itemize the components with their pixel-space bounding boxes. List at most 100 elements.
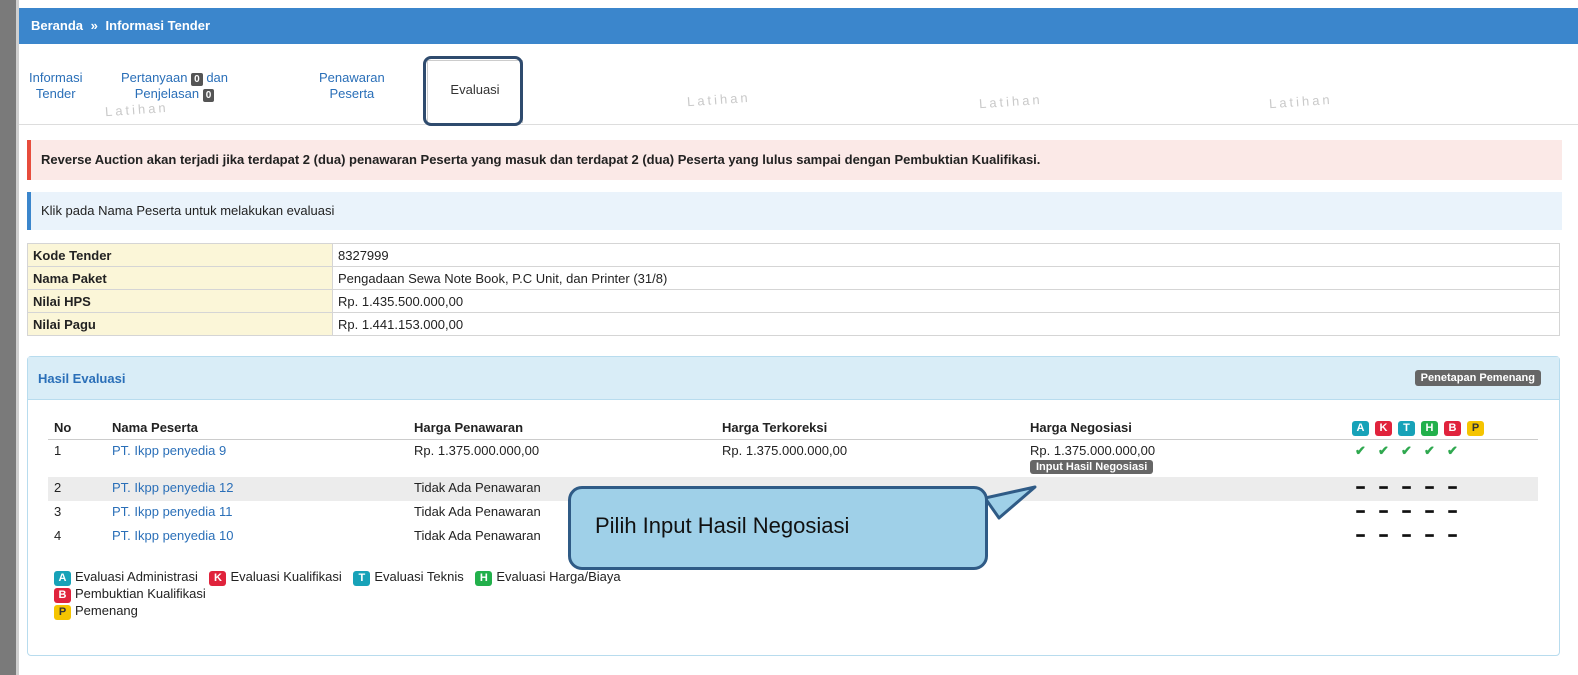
legend-b-label: Pembuktian Kualifikasi (75, 586, 206, 601)
participant-link[interactable]: PT. Ikpp penyedia 12 (112, 480, 233, 495)
legend-h-label: Evaluasi Harga/Biaya (496, 569, 621, 584)
tender-info-label: Nama Paket (27, 266, 333, 290)
watermark-text: Latihan (1268, 91, 1334, 112)
breadcrumb-home[interactable]: Beranda (31, 18, 83, 33)
tab-penawaran-line1: Penawaran (319, 70, 385, 85)
watermark-text: Latihan (978, 91, 1044, 112)
dash-icon: ━ (1448, 480, 1457, 495)
tender-info-value: Pengadaan Sewa Note Book, P.C Unit, dan … (332, 266, 1560, 290)
legend-line: A Evaluasi Administrasi K Evaluasi Kualifi… (54, 569, 621, 586)
browser-frame: Beranda » Informasi Tender Informasi Ten… (0, 0, 1578, 675)
tab-highlight-frame (423, 56, 523, 126)
dash-icon: ━ (1402, 504, 1411, 519)
tab-penawaran-peserta[interactable]: Penawaran Peserta (319, 70, 385, 102)
legend-line: B Pembuktian Kualifikasi (54, 586, 621, 603)
row-no: 4 (54, 528, 62, 543)
tab-pertanyaan-line1: Pertanyaan 0 dan (121, 70, 228, 86)
input-hasil-negosiasi-button[interactable]: Input Hasil Negosiasi (1030, 460, 1154, 474)
check-icon: ✔ (1424, 443, 1435, 458)
status-p-icon: P (1467, 420, 1484, 436)
row-status: ━ ━ ━ ━ ━ (1346, 477, 1538, 501)
dash-icon: ━ (1356, 504, 1365, 519)
evaluation-panel-header: Hasil Evaluasi Penetapan Pemenang (28, 357, 1559, 400)
row-status: ━ ━ ━ ━ ━ (1346, 501, 1538, 525)
tab-penjelasan-label: Penjelasan (134, 86, 200, 101)
legend-h-icon: H (475, 571, 493, 586)
dash-icon: ━ (1379, 528, 1388, 543)
col-status-icons: AKTHBP (1346, 415, 1538, 440)
status-a-icon: A (1352, 420, 1369, 436)
breadcrumb-current: Informasi Tender (105, 18, 211, 33)
check-icon: ✔ (1447, 443, 1458, 458)
participant-link[interactable]: PT. Ikpp penyedia 9 (112, 443, 226, 458)
tender-info-value: Rp. 1.435.500.000,00 (332, 289, 1560, 313)
tender-info-row: Nilai HPS Rp. 1.435.500.000,00 (27, 289, 1560, 313)
participant-link[interactable]: PT. Ikpp penyedia 11 (112, 504, 232, 519)
dash-icon: ━ (1379, 480, 1388, 495)
dash-icon: ━ (1448, 528, 1457, 543)
legend-a-label: Evaluasi Administrasi (75, 569, 198, 584)
table-row: 1 PT. Ikpp penyedia 9 Rp. 1.375.000.000,… (48, 440, 1538, 478)
callout-text: Pilih Input Hasil Negosiasi (595, 513, 850, 538)
tab-pertanyaan-dan: dan (206, 70, 229, 85)
dash-icon: ━ (1402, 480, 1411, 495)
check-icon: ✔ (1378, 443, 1389, 458)
col-harga-negosiasi: Harga Negosiasi (1024, 415, 1346, 440)
legend-a-icon: A (54, 571, 71, 586)
legend-t-label: Evaluasi Teknis (374, 569, 464, 584)
dash-icon: ━ (1356, 528, 1365, 543)
legend-t-icon: T (353, 571, 371, 586)
tab-penawaran-line2: Peserta (329, 86, 375, 101)
row-status: ━ ━ ━ ━ ━ (1346, 525, 1538, 549)
breadcrumb-separator: » (90, 18, 98, 33)
tab-pertanyaan-label: Pertanyaan (121, 70, 188, 85)
tender-info-table: Kode Tender 8327999 Nama Paket Pengadaan… (27, 243, 1560, 336)
dash-icon: ━ (1379, 504, 1388, 519)
row-no: 2 (48, 477, 106, 501)
penetapan-pemenang-button[interactable]: Penetapan Pemenang (1414, 370, 1541, 386)
legend-p-icon: P (54, 605, 71, 620)
tender-info-label: Kode Tender (27, 243, 333, 267)
row-no: 1 (54, 443, 62, 458)
status-legend: A Evaluasi Administrasi K Evaluasi Kualifi… (54, 569, 621, 620)
evaluation-table-header: No Nama Peserta Harga Penawaran Harga Te… (48, 415, 1538, 440)
tender-info-value: Rp. 1.441.153.000,00 (332, 312, 1560, 336)
legend-k-icon: K (209, 571, 227, 586)
instruction-callout: Pilih Input Hasil Negosiasi (568, 486, 988, 570)
dash-icon: ━ (1448, 504, 1457, 519)
window-edge (0, 0, 16, 675)
row-corrected: Rp. 1.375.000.000,00 (722, 443, 848, 458)
status-t-icon: T (1398, 420, 1415, 436)
dash-icon: ━ (1402, 528, 1411, 543)
breadcrumb-bar: Beranda » Informasi Tender (19, 8, 1578, 44)
status-b-icon: B (1444, 420, 1461, 436)
evaluation-panel-title: Hasil Evaluasi (38, 371, 126, 386)
tab-pertanyaan-line2: Penjelasan 0 (121, 86, 228, 102)
dash-icon: ━ (1425, 480, 1434, 495)
tender-info-label: Nilai Pagu (27, 312, 333, 336)
col-harga-penawaran: Harga Penawaran (408, 415, 716, 440)
reverse-auction-alert: Reverse Auction akan terjadi jika terdap… (27, 140, 1562, 180)
col-harga-terkoreksi: Harga Terkoreksi (716, 415, 1024, 440)
tender-info-row: Nilai Pagu Rp. 1.441.153.000,00 (27, 312, 1560, 336)
check-icon: ✔ (1355, 443, 1366, 458)
col-no: No (48, 415, 106, 440)
legend-b-icon: B (54, 588, 71, 603)
watermark-text: Latihan (686, 89, 752, 110)
col-nama-peserta: Nama Peserta (106, 415, 408, 440)
legend-p-label: Pemenang (75, 603, 138, 618)
tab-informasi-tender[interactable]: Informasi Tender (29, 70, 82, 102)
breadcrumb: Beranda » Informasi Tender (31, 18, 210, 33)
dash-icon: ━ (1425, 528, 1434, 543)
dash-icon: ━ (1425, 504, 1434, 519)
row-nego: Rp. 1.375.000.000,00 (1030, 443, 1156, 458)
dash-icon: ━ (1356, 480, 1365, 495)
check-icon: ✔ (1401, 443, 1412, 458)
question-count-badge: 0 (191, 73, 203, 86)
tab-pertanyaan[interactable]: Pertanyaan 0 dan Penjelasan 0 (121, 70, 228, 102)
tender-info-row: Nama Paket Pengadaan Sewa Note Book, P.C… (27, 266, 1560, 290)
participant-link[interactable]: PT. Ikpp penyedia 10 (112, 528, 233, 543)
row-offer: Rp. 1.375.000.000,00 (414, 443, 540, 458)
tender-info-row: Kode Tender 8327999 (27, 243, 1560, 267)
status-k-icon: K (1375, 420, 1392, 436)
